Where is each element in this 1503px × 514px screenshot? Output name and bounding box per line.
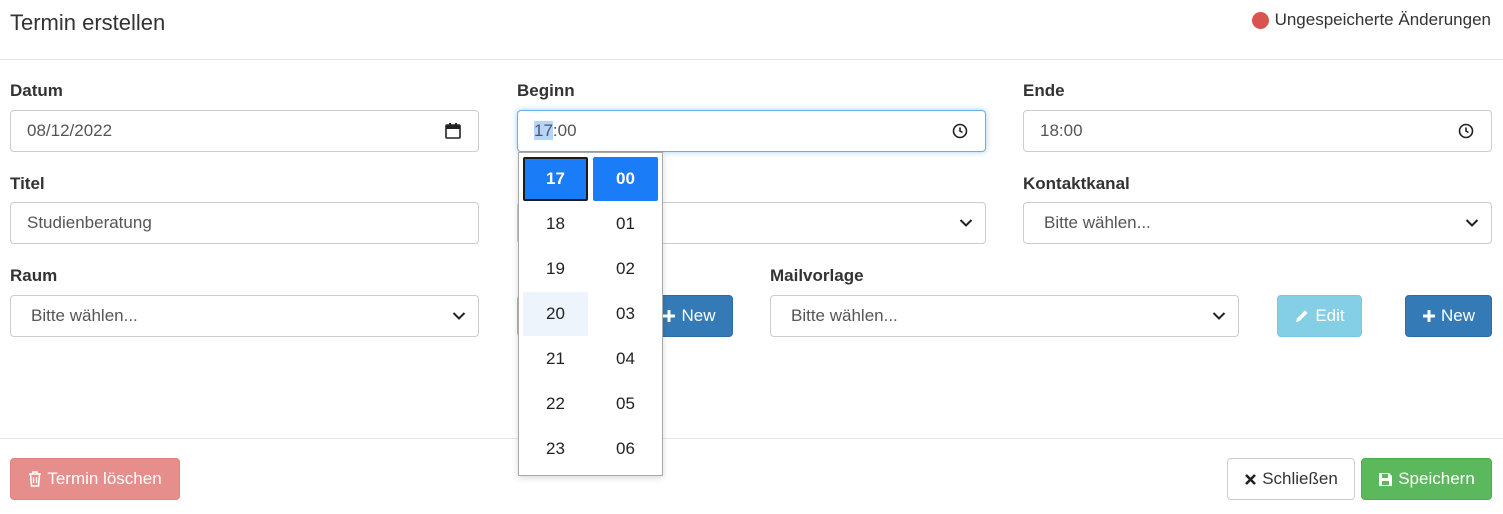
hour-option[interactable]: 17 — [523, 157, 588, 201]
chevron-down-icon — [957, 214, 975, 232]
kontaktkanal-label: Kontaktkanal — [1023, 174, 1130, 193]
unsaved-changes-indicator: Ungespeicherte Änderungen — [1251, 10, 1491, 30]
chevron-down-icon — [450, 307, 468, 325]
modal-title: Termin erstellen — [10, 10, 166, 35]
mailvorlage-edit-button[interactable]: Edit — [1277, 295, 1362, 337]
mailvorlage-new-label: New — [1440, 306, 1475, 325]
plus-icon — [663, 310, 676, 322]
beginn-label: Beginn — [517, 81, 575, 100]
beginn-input[interactable]: 17:00 — [517, 110, 986, 152]
close-label: Schließen — [1262, 469, 1338, 488]
save-button[interactable]: Speichern — [1361, 458, 1492, 500]
minute-option[interactable]: 06 — [593, 427, 658, 471]
mailvorlage-label: Mailvorlage — [770, 266, 864, 285]
raum-select[interactable]: Bitte wählen... — [10, 295, 479, 337]
footer-divider — [0, 438, 1503, 439]
delete-label: Termin löschen — [47, 469, 162, 488]
minute-option[interactable]: 01 — [593, 202, 658, 246]
hour-option[interactable]: 23 — [523, 427, 588, 471]
save-label: Speichern — [1398, 469, 1475, 488]
raum-label: Raum — [10, 266, 58, 285]
hour-option[interactable]: 22 — [523, 382, 588, 426]
calendar-icon[interactable] — [444, 122, 462, 140]
ende-input[interactable]: 18:00 — [1023, 110, 1492, 152]
hour-option[interactable]: 19 — [523, 247, 588, 291]
floppy-disk-icon — [1379, 472, 1393, 486]
chevron-down-icon — [1463, 214, 1481, 232]
raum-value: Bitte wählen... — [31, 306, 138, 325]
mailvorlage-select[interactable]: Bitte wählen... — [770, 295, 1239, 337]
minute-option[interactable]: 03 — [593, 292, 658, 336]
datum-label: Datum — [10, 81, 63, 100]
clock-icon[interactable] — [951, 122, 969, 140]
chevron-down-icon — [1210, 307, 1228, 325]
kontaktkanal-select[interactable]: Bitte wählen... — [1023, 202, 1492, 244]
trash-icon — [29, 471, 42, 487]
datum-value: 08/12/2022 — [27, 121, 113, 140]
ende-label: Ende — [1023, 81, 1065, 100]
beginn-minute-segment[interactable]: 00 — [558, 121, 577, 140]
time-picker-dropdown[interactable]: 17 18 19 20 21 22 23 00 01 02 03 04 05 0… — [518, 152, 663, 476]
kontaktkanal-value: Bitte wählen... — [1044, 213, 1151, 232]
header-divider — [0, 59, 1503, 60]
minute-option[interactable]: 02 — [593, 247, 658, 291]
titel-label: Titel — [10, 174, 45, 193]
plus-icon — [1422, 310, 1435, 322]
close-icon — [1245, 473, 1257, 485]
titel-input[interactable]: Studienberatung — [10, 202, 479, 244]
delete-button[interactable]: Termin löschen — [10, 458, 180, 500]
mailvorlage-value: Bitte wählen... — [791, 306, 898, 325]
titel-value: Studienberatung — [27, 213, 152, 232]
minute-option[interactable]: 04 — [593, 337, 658, 381]
ende-value: 18:00 — [1040, 121, 1083, 140]
minute-option[interactable]: 05 — [593, 382, 658, 426]
unsaved-changes-label: Ungespeicherte Änderungen — [1274, 10, 1491, 29]
close-button[interactable]: Schließen — [1227, 458, 1355, 500]
clock-icon[interactable] — [1457, 122, 1475, 140]
raum-new-label: New — [681, 306, 716, 325]
beginn-hour-segment[interactable]: 17 — [534, 121, 553, 140]
beginn-value: 17:00 — [534, 121, 951, 141]
hour-option[interactable]: 21 — [523, 337, 588, 381]
mailvorlage-edit-label: Edit — [1315, 306, 1345, 325]
datum-input[interactable]: 08/12/2022 — [10, 110, 479, 152]
minute-option[interactable]: 00 — [593, 157, 658, 201]
hour-option[interactable]: 18 — [523, 202, 588, 246]
hour-option[interactable]: 20 — [523, 292, 588, 336]
pencil-icon — [1296, 310, 1308, 322]
mailvorlage-new-button[interactable]: New — [1405, 295, 1492, 337]
status-dot-icon — [1251, 11, 1269, 29]
